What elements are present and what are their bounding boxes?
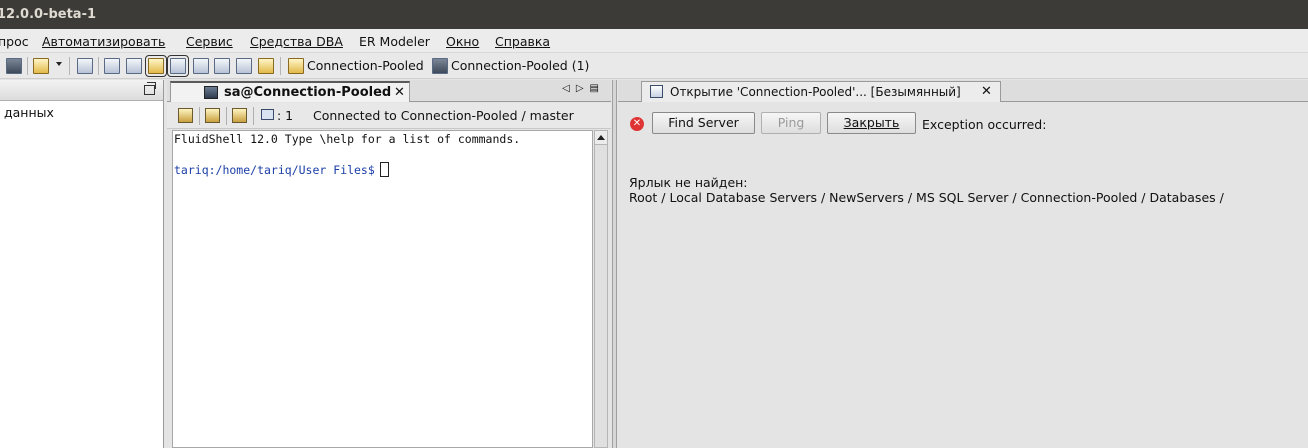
toolbar-connection-1[interactable]: Connection-Pooled bbox=[307, 58, 424, 73]
prompt-text: tariq:/home/tariq/User Files$ bbox=[174, 163, 375, 177]
panel-header bbox=[0, 80, 163, 101]
menu-service[interactable]: Сервис bbox=[186, 34, 233, 49]
menu-window[interactable]: Окно bbox=[446, 34, 479, 49]
window-title-bar: 12.0.0-beta-1 bbox=[0, 0, 1308, 29]
toolbar-separator bbox=[27, 57, 28, 75]
print-icon[interactable] bbox=[77, 58, 93, 74]
error-icon: ✕ bbox=[630, 117, 644, 131]
exception-message: Exception occurred: bbox=[922, 117, 1047, 132]
menu-query[interactable]: прос bbox=[0, 34, 29, 49]
menu-automate[interactable]: Автоматизировать bbox=[42, 34, 165, 49]
chart-icon[interactable] bbox=[258, 58, 274, 74]
clipboard-icon[interactable] bbox=[205, 108, 220, 123]
tab-open-label: Открытие 'Connection-Pooled'... [Безымян… bbox=[670, 85, 961, 99]
layout-grid-icon[interactable] bbox=[104, 58, 120, 74]
document-icon bbox=[650, 85, 663, 98]
panel-splitter[interactable] bbox=[612, 80, 617, 448]
layout-text-icon[interactable] bbox=[145, 55, 167, 77]
script-icon[interactable] bbox=[33, 58, 49, 74]
settings-icon[interactable] bbox=[178, 108, 193, 123]
console-banner: FluidShell 12.0 Type \help for a list of… bbox=[174, 132, 521, 146]
console-prompt: tariq:/home/tariq/User Files$ bbox=[174, 162, 389, 177]
menu-dba-tools[interactable]: Средства DBA bbox=[250, 34, 343, 49]
window-title: 12.0.0-beta-1 bbox=[0, 7, 97, 22]
open-tab-strip: Открытие 'Connection-Pooled'... [Безымян… bbox=[618, 80, 1308, 102]
tab-shell-label: sa@Connection-Pooled bbox=[224, 85, 392, 100]
shell-console[interactable]: FluidShell 12.0 Type \help for a list of… bbox=[172, 130, 593, 448]
tab-shell[interactable]: sa@Connection-Pooled ✕ bbox=[170, 81, 410, 102]
tab-nav-icons[interactable]: ◁▷▤ bbox=[562, 83, 605, 94]
shortcut-not-found-label: Ярлык не найден: bbox=[629, 175, 748, 190]
line-icon bbox=[261, 109, 274, 120]
line-number: : 1 bbox=[277, 108, 294, 123]
toolbar-separator bbox=[69, 57, 70, 75]
close-icon[interactable]: ✕ bbox=[394, 85, 405, 100]
connect-icon[interactable] bbox=[6, 58, 22, 74]
scroll-up-icon[interactable] bbox=[595, 131, 607, 145]
toolbar-separator bbox=[253, 107, 254, 125]
database-explorer-panel: данных bbox=[0, 80, 164, 448]
close-icon[interactable]: ✕ bbox=[981, 84, 992, 99]
ping-button[interactable]: Ping bbox=[761, 112, 821, 134]
tab-open-connection[interactable]: Открытие 'Connection-Pooled'... [Безымян… bbox=[641, 81, 1001, 102]
find-server-button[interactable]: Find Server bbox=[652, 112, 755, 134]
connection-status: Connected to Connection-Pooled / master bbox=[313, 108, 574, 123]
main-toolbar: Connection-Pooled Connection-Pooled (1) bbox=[0, 53, 1308, 79]
toolbar-separator bbox=[98, 57, 99, 75]
toolbar-separator bbox=[199, 107, 200, 125]
tree-item-databases[interactable]: данных bbox=[4, 105, 54, 120]
menu-bar: прос Автоматизировать Сервис Средства DB… bbox=[0, 29, 1308, 53]
connection-icon[interactable] bbox=[432, 58, 448, 74]
console-scrollbar[interactable] bbox=[594, 130, 608, 448]
shell-toolbar: : 1 Connected to Connection-Pooled / mas… bbox=[167, 103, 611, 129]
layout-form-icon[interactable] bbox=[193, 58, 209, 74]
layout-table-icon[interactable] bbox=[167, 55, 189, 77]
open-connection-panel: Открытие 'Connection-Pooled'... [Безымян… bbox=[618, 80, 1308, 448]
dropdown-arrow-icon[interactable] bbox=[56, 62, 62, 66]
menu-er-modeler[interactable]: ER Modeler bbox=[359, 34, 430, 49]
restore-icon[interactable] bbox=[144, 82, 156, 95]
shell-tab-strip: sa@Connection-Pooled ✕ ◁▷▤ bbox=[167, 80, 611, 102]
menu-help[interactable]: Справка bbox=[495, 34, 550, 49]
toolbar-separator bbox=[226, 107, 227, 125]
shell-panel: sa@Connection-Pooled ✕ ◁▷▤ : 1 Connected… bbox=[167, 80, 611, 448]
shell-icon bbox=[204, 86, 218, 99]
layout-split-icon[interactable] bbox=[126, 58, 142, 74]
wand-icon[interactable] bbox=[232, 108, 247, 123]
text-cursor bbox=[379, 162, 389, 177]
layout-list-icon[interactable] bbox=[214, 58, 230, 74]
layout-pivot-icon[interactable] bbox=[236, 58, 252, 74]
toolbar-separator bbox=[280, 57, 281, 75]
toolbar-connection-2[interactable]: Connection-Pooled (1) bbox=[451, 58, 589, 73]
shortcut-path: Root / Local Database Servers / NewServe… bbox=[629, 190, 1224, 205]
close-button[interactable]: Закрыть bbox=[827, 112, 916, 134]
connection-icon[interactable] bbox=[288, 58, 304, 74]
